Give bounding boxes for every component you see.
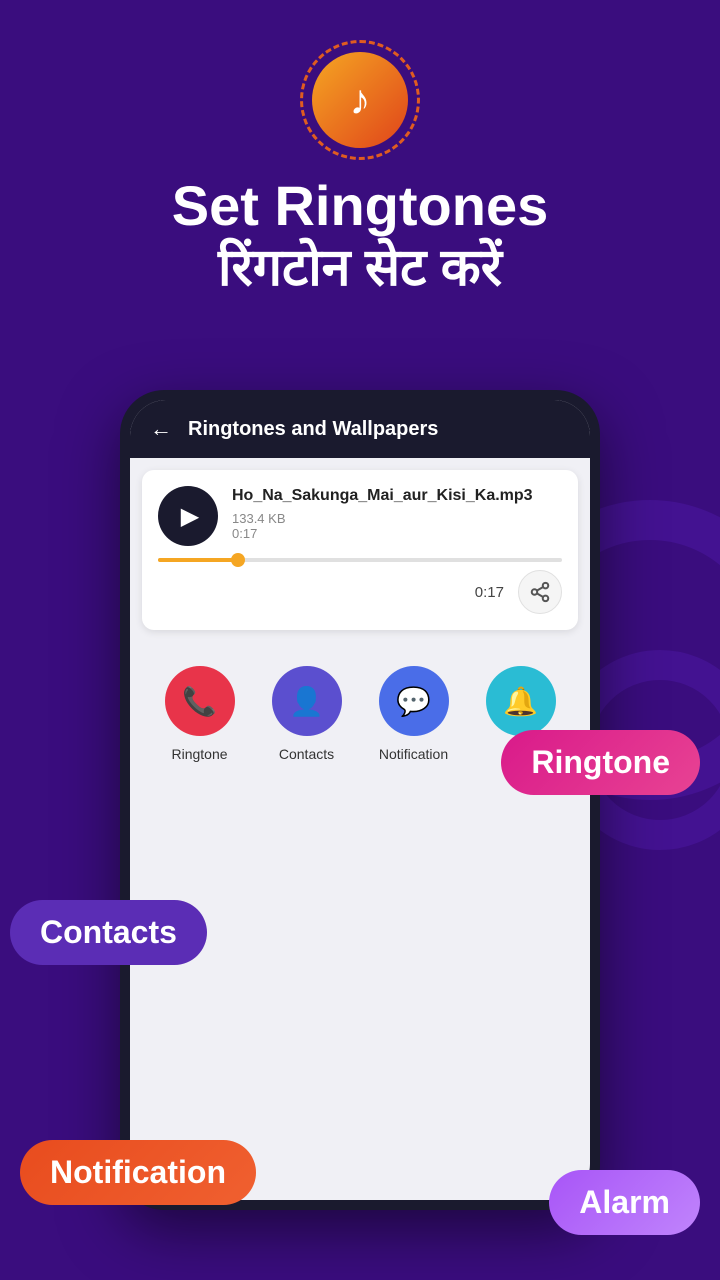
progress-bar-fill — [158, 558, 239, 562]
song-size: 133.4 KB — [232, 511, 562, 526]
floating-label-notification: Notification — [20, 1140, 256, 1205]
song-info: Ho_Na_Sakunga_Mai_aur_Kisi_Ka.mp3 133.4 … — [232, 486, 562, 541]
progress-bar-track[interactable] — [158, 558, 562, 562]
ringtone-action-icon: 📞 — [182, 685, 217, 718]
action-label-ringtone: Ringtone — [171, 746, 227, 762]
song-title: Ho_Na_Sakunga_Mai_aur_Kisi_Ka.mp3 — [232, 486, 562, 507]
title-hindi: रिंगटोन सेट करें — [0, 237, 720, 299]
app-icon-inner: ♪ — [312, 52, 408, 148]
action-item-notification: 💬 Notification — [379, 666, 449, 762]
contacts-action-icon: 👤 — [289, 685, 324, 718]
music-note-icon: ♪ — [350, 76, 371, 124]
player-card: ▶ Ho_Na_Sakunga_Mai_aur_Kisi_Ka.mp3 133.… — [142, 470, 578, 630]
action-circle-contacts[interactable]: 👤 — [272, 666, 342, 736]
phone-screen: ← Ringtones and Wallpapers ▶ Ho_Na_Sakun… — [130, 400, 590, 1200]
progress-section: 0:17 — [158, 558, 562, 614]
app-icon-wrapper: ♪ — [300, 40, 420, 160]
app-icon-border: ♪ — [300, 40, 420, 160]
share-icon — [529, 581, 551, 603]
action-item-contacts: 👤 Contacts — [272, 666, 342, 762]
song-duration-display: 0:17 — [232, 526, 562, 541]
alarm-action-icon: 🔔 — [503, 685, 538, 718]
phone-header: ← Ringtones and Wallpapers — [130, 400, 590, 458]
floating-label-ringtone: Ringtone — [501, 730, 700, 795]
play-button[interactable]: ▶ — [158, 486, 218, 546]
action-circle-notification[interactable]: 💬 — [379, 666, 449, 736]
progress-dot — [231, 553, 245, 567]
time-row: 0:17 — [158, 570, 562, 614]
action-circle-ringtone[interactable]: 📞 — [165, 666, 235, 736]
floating-label-alarm: Alarm — [549, 1170, 700, 1235]
back-arrow-icon[interactable]: ← — [150, 416, 172, 442]
phone-mockup: ← Ringtones and Wallpapers ▶ Ho_Na_Sakun… — [120, 390, 600, 1210]
phone-header-title: Ringtones and Wallpapers — [188, 418, 438, 441]
player-top: ▶ Ho_Na_Sakunga_Mai_aur_Kisi_Ka.mp3 133.… — [158, 486, 562, 546]
title-english: Set Ringtones — [0, 175, 720, 237]
floating-label-contacts: Contacts — [10, 900, 207, 965]
action-label-contacts: Contacts — [279, 746, 334, 762]
time-current: 0:17 — [475, 584, 504, 601]
notification-action-icon: 💬 — [396, 685, 431, 718]
action-label-notification: Notification — [379, 746, 448, 762]
title-section: Set Ringtones रिंगटोन सेट करें — [0, 175, 720, 299]
play-icon: ▶ — [181, 502, 199, 531]
action-circle-alarm[interactable]: 🔔 — [486, 666, 556, 736]
share-button[interactable] — [518, 570, 562, 614]
action-item-ringtone: 📞 Ringtone — [165, 666, 235, 762]
